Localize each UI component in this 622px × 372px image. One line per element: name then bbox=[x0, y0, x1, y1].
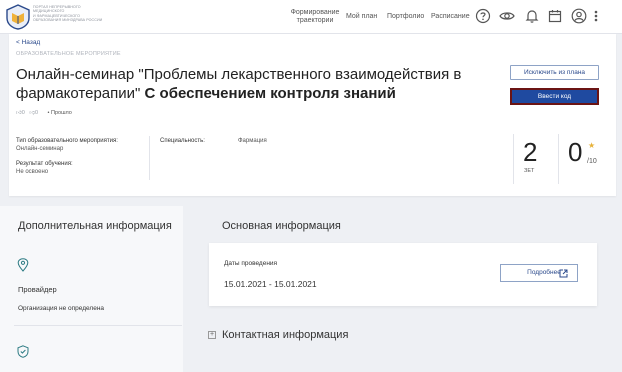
zet-label: ЗЕТ bbox=[524, 168, 535, 174]
result-value: Не освоено bbox=[16, 169, 49, 175]
type-value: Онлайн-семинар bbox=[16, 146, 64, 152]
nav-trajectories[interactable]: Формирование траектории bbox=[290, 9, 340, 25]
like-count: 0 bbox=[21, 110, 25, 116]
contact-info-heading[interactable]: Контактная информация bbox=[222, 329, 348, 341]
specialty-value: Фармация bbox=[238, 138, 267, 144]
score-value: 0 bbox=[568, 137, 583, 167]
help-icon[interactable] bbox=[475, 8, 491, 24]
additional-info-panel: Дополнительная информация Провайдер Орга… bbox=[0, 206, 183, 372]
calendar-icon[interactable] bbox=[547, 8, 563, 24]
event-category: ОБРАЗОВАТЕЛЬНОЕ МЕРОПРИЯТИЕ bbox=[16, 51, 121, 57]
star-icon: ★ bbox=[588, 141, 596, 150]
more-details-button[interactable]: Подробнее bbox=[500, 264, 578, 282]
result-label: Результат обучения: bbox=[16, 161, 73, 167]
dates-label: Даты проведения bbox=[224, 260, 278, 267]
divider bbox=[149, 136, 150, 180]
user-icon[interactable] bbox=[571, 8, 587, 24]
eye-icon[interactable] bbox=[499, 8, 515, 24]
portal-logo-icon[interactable] bbox=[5, 4, 31, 30]
divider bbox=[558, 134, 559, 184]
provider-value: Организация не определена bbox=[18, 305, 105, 312]
bell-icon[interactable] bbox=[524, 8, 540, 24]
divider bbox=[14, 325, 182, 326]
status-text: Прошло bbox=[51, 110, 72, 116]
back-link[interactable]: < Назад bbox=[16, 39, 40, 46]
dates-value: 15.01.2021 - 15.01.2021 bbox=[224, 279, 317, 289]
dislike-count: 0 bbox=[34, 110, 38, 116]
more-details-label: Подробнее bbox=[527, 269, 561, 276]
event-meta: 👍︎0 👎︎0 • Прошло bbox=[16, 110, 72, 116]
more-vert-icon[interactable] bbox=[592, 8, 600, 24]
location-pin-icon bbox=[17, 258, 29, 272]
nav-schedule[interactable]: Расписание bbox=[431, 13, 470, 20]
top-header: ПОРТАЛ НЕПРЕРЫВНОГО МЕДИЦИНСКОГО И ФАРМА… bbox=[0, 0, 622, 34]
main-info-card: Даты проведения 15.01.2021 - 15.01.2021 … bbox=[209, 243, 597, 306]
event-title-bold: С обеспечением контроля знаний bbox=[144, 85, 396, 102]
nav-portfolio[interactable]: Портфолио bbox=[387, 13, 424, 20]
additional-info-heading: Дополнительная информация bbox=[18, 220, 172, 232]
expand-contacts-icon[interactable]: + bbox=[208, 331, 216, 339]
event-card: < Назад ОБРАЗОВАТЕЛЬНОЕ МЕРОПРИЯТИЕ Онла… bbox=[9, 34, 616, 196]
logo-line: ОБРАЗОВАНИЯ МИНЗДРАВА РОССИИ bbox=[33, 18, 103, 23]
enter-code-button[interactable]: Ввести код bbox=[510, 88, 599, 105]
portal-logo-text: ПОРТАЛ НЕПРЕРЫВНОГО МЕДИЦИНСКОГО И ФАРМА… bbox=[33, 5, 113, 23]
event-title: Онлайн-семинар "Проблемы лекарственного … bbox=[16, 65, 476, 103]
main-info-heading: Основная информация bbox=[222, 220, 341, 232]
provider-label: Провайдер bbox=[18, 285, 57, 294]
exclude-from-plan-button[interactable]: Исключить из плана bbox=[510, 65, 599, 80]
score-max: /10 bbox=[587, 158, 597, 165]
zet-value: 2 bbox=[523, 137, 538, 167]
nav-my-plan[interactable]: Мой план bbox=[346, 13, 377, 20]
type-label: Тип образовательного мероприятия: bbox=[16, 138, 118, 144]
shield-check-icon bbox=[17, 345, 29, 358]
specialty-label: Специальность: bbox=[160, 138, 205, 144]
divider bbox=[513, 134, 514, 184]
status-badge: • Прошло bbox=[47, 110, 72, 116]
external-link-icon bbox=[559, 269, 568, 278]
